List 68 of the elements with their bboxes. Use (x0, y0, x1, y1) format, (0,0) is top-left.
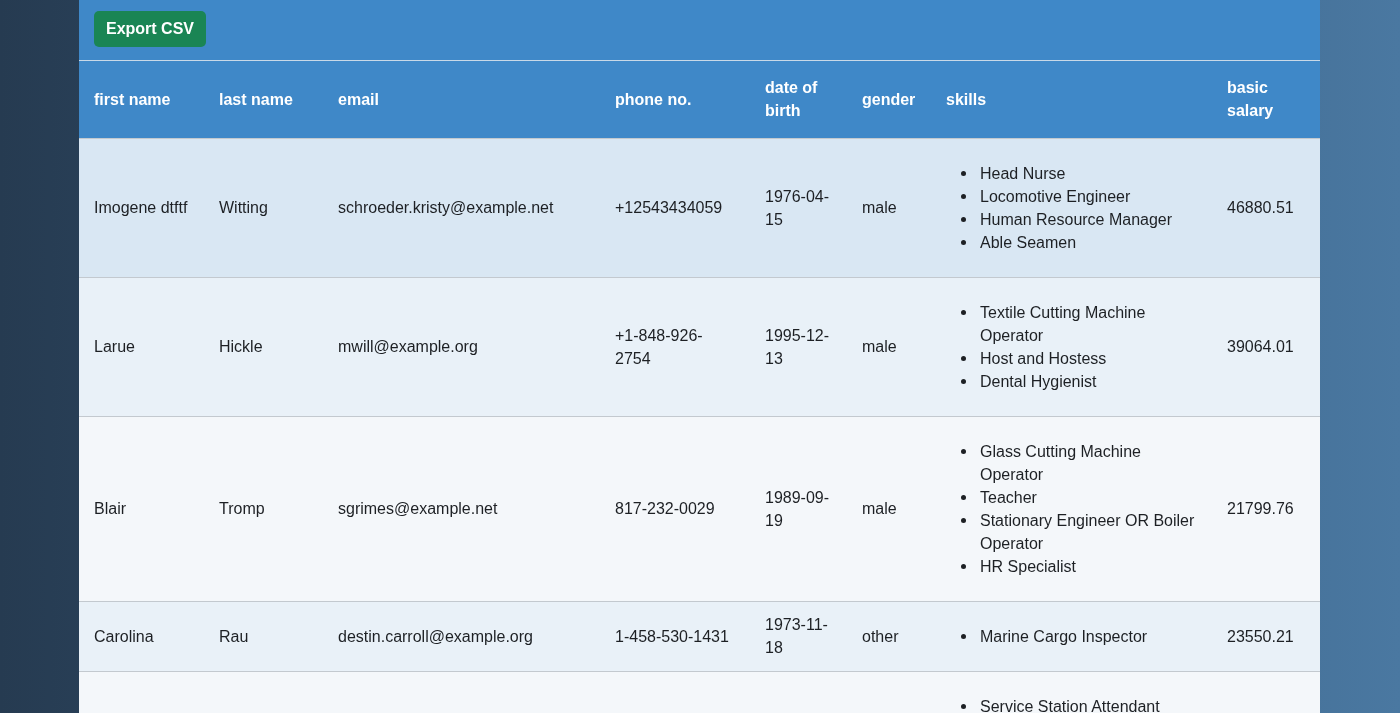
table-row[interactable]: Imogene dtftf Witting schroeder.kristy@example.net +12543434059 1976-04-15 male Head Nurse Locomotive Engineer Human Resource Manager Able Seamen 46880.51 (79, 138, 1320, 277)
table-row[interactable]: Blair Tromp sgrimes@example.net 817-232-0029 1989-09-19 male Glass Cutting Machine Operator Teacher Stationary Engineer OR Boiler Operator HR Specialist 21799.76 (79, 416, 1320, 601)
table-cell: 46880.51 (1212, 138, 1320, 277)
bullet-icon (961, 170, 966, 176)
table-cell: 1976-04-15 (750, 138, 847, 277)
table-cell: 1-458-530-1431 (600, 601, 750, 671)
table-cell: male (847, 277, 931, 416)
bullet-icon (961, 355, 966, 361)
table-cell: sgrimes@example.net (323, 416, 600, 601)
bullet-icon (961, 378, 966, 384)
bullet-icon (961, 448, 966, 454)
bullet-icon (961, 239, 966, 245)
table-cell: 39064.01 (1212, 277, 1320, 416)
table-cell: destin.carroll@example.org (323, 601, 600, 671)
table-row[interactable]: Carolina Rau destin.carroll@example.org 1-458-530-1431 1973-11-18 other Marine Cargo Inspector 23550.21 (79, 601, 1320, 671)
column-header[interactable]: phone no. (600, 61, 750, 138)
skill-item: Host and Hostess (980, 348, 1107, 369)
bullet-icon (961, 703, 966, 709)
bullet-icon (961, 563, 966, 569)
table-cell: Blair (79, 416, 204, 601)
table-cell: male (847, 416, 931, 601)
column-header[interactable]: email (323, 61, 600, 138)
bullet-icon (961, 633, 966, 639)
table-cell: schroeder.kristy@example.net (323, 138, 600, 277)
table-cell: +1-848-926-2754 (600, 277, 750, 416)
table-cell: Larue (79, 277, 204, 416)
export-csv-button[interactable]: Export CSV (94, 11, 206, 47)
skill-item: Textile Cutting Machine Operator (980, 302, 1147, 346)
table-cell: other (847, 601, 931, 671)
column-header[interactable]: date of birth (750, 61, 847, 138)
table-cell: 1989-09-19 (750, 416, 847, 601)
skill-item: Head Nurse (980, 163, 1066, 184)
skill-item: Marine Cargo Inspector (980, 626, 1148, 647)
column-header[interactable]: gender (847, 61, 931, 138)
skill-item: Able Seamen (980, 232, 1077, 253)
table-cell: 21799.76 (1212, 416, 1320, 601)
table-cell: Hickle (204, 277, 323, 416)
table-cell: Carolina (79, 601, 204, 671)
table-cell: mwill@example.org (323, 277, 600, 416)
skill-item: Human Resource Manager (980, 209, 1173, 230)
table-row[interactable]: Service Station Attendant (79, 671, 1320, 713)
skill-item: Glass Cutting Machine Operator (980, 441, 1142, 485)
bullet-icon (961, 517, 966, 523)
table-cell: +12543434059 (600, 138, 750, 277)
table-cell: Imogene dtftf (79, 138, 204, 277)
skill-item: Service Station Attendant (980, 696, 1160, 713)
skill-item: HR Specialist (980, 556, 1077, 577)
column-header[interactable]: skills (931, 61, 1212, 138)
column-header[interactable]: basic salary (1212, 61, 1320, 138)
bullet-icon (961, 309, 966, 315)
table-cell: 1995-12-13 (750, 277, 847, 416)
skill-item: Locomotive Engineer (980, 186, 1131, 207)
bullet-icon (961, 193, 966, 199)
bullet-icon (961, 216, 966, 222)
table-cell: Witting (204, 138, 323, 277)
column-header[interactable]: last name (204, 61, 323, 138)
table-cell: 1973-11-18 (750, 601, 847, 671)
skill-item: Stationary Engineer OR Boiler Operator (980, 510, 1196, 554)
table-cell: Tromp (204, 416, 323, 601)
bullet-icon (961, 494, 966, 500)
skill-item: Teacher (980, 487, 1037, 508)
table-cell: male (847, 138, 931, 277)
table-cell: Rau (204, 601, 323, 671)
table-cell: 817-232-0029 (600, 416, 750, 601)
table-row[interactable]: Larue Hickle mwill@example.org +1-848-926-2754 1995-12-13 male Textile Cutting Machine Operator Host and Hostess Dental Hygienist 39064.01 (79, 277, 1320, 416)
column-header[interactable]: first name (79, 61, 204, 138)
table-cell: 23550.21 (1212, 601, 1320, 671)
skill-item: Dental Hygienist (980, 371, 1097, 392)
